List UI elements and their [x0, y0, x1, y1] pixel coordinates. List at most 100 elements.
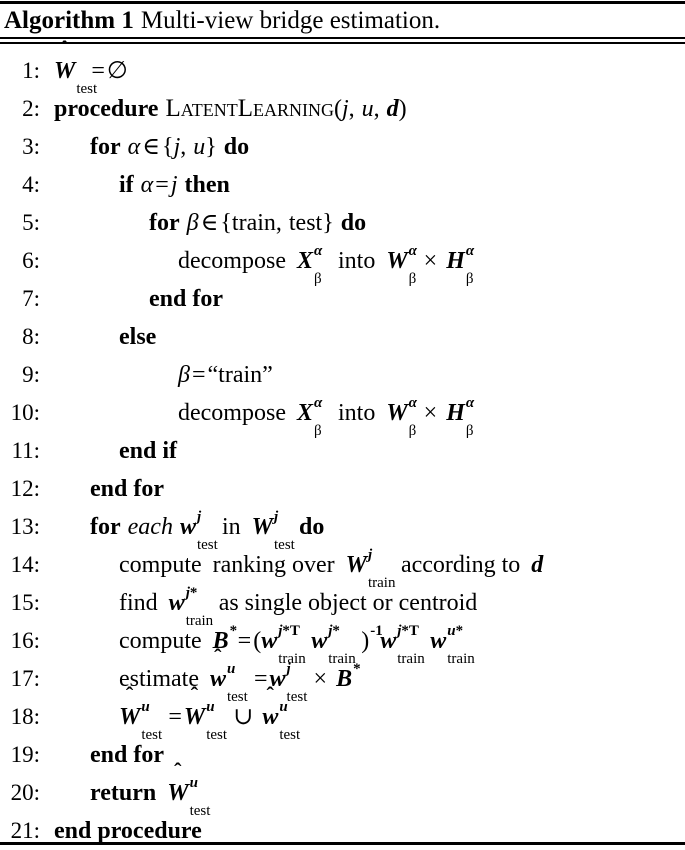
algorithm-line-14: 14: compute ranking over Wj train according … — [0, 546, 685, 591]
line-content: end if — [119, 438, 178, 464]
word-find: find — [119, 590, 158, 616]
W-hat: ˆW — [119, 684, 141, 736]
equals-sign: = — [237, 628, 252, 654]
algorithm-line-19: 19: end for — [0, 736, 685, 774]
algorithm-line-13: 13: for each w j test in Wj test do — [0, 508, 685, 553]
matrix-X: X — [296, 248, 313, 274]
line-number: 17: — [10, 666, 40, 691]
superscript-u: u — [279, 699, 288, 715]
hat-accent-icon: ˆ — [60, 36, 69, 61]
superscript-j: j — [286, 661, 291, 677]
word-compute: compute — [119, 628, 202, 654]
keyword-for: for — [149, 210, 180, 236]
algorithm-line-12: 12: end for — [0, 470, 685, 508]
matrix-H: H — [446, 248, 465, 274]
var-alpha: α — [127, 134, 141, 160]
set-member-test: test — [288, 210, 323, 236]
transpose-symbol: T — [408, 623, 419, 639]
algorithm-line-1: 1: ˆ Wtest =∅ — [0, 38, 685, 97]
algorithm-line-7: 7: end for — [0, 280, 685, 318]
matrix-W: W — [386, 248, 408, 274]
equals-sign: = — [155, 172, 169, 198]
param-j: j — [341, 96, 349, 122]
line-number: 14: — [10, 552, 40, 577]
line-content: for each w j test in Wj test do — [90, 508, 324, 553]
caption-rule-upper — [0, 37, 685, 39]
param-u: u — [361, 96, 374, 122]
superscript-alpha: α — [313, 243, 323, 259]
superscript-minus-one: -1 — [370, 623, 383, 639]
keyword-do: do — [340, 210, 367, 236]
superscript-u: u — [226, 661, 236, 677]
line-number: 10: — [10, 400, 40, 425]
bottom-rule — [0, 842, 685, 845]
algorithm-block: Algorithm 1 Multi-view bridge estimation.… — [0, 0, 685, 850]
comma: , — [373, 96, 380, 122]
word-in: in — [221, 514, 241, 540]
line-content: ˆ Wtest =∅ — [54, 38, 128, 97]
paren-close: ) — [361, 628, 370, 654]
word-each: each — [127, 514, 173, 540]
algorithm-line-5: 5: for β∈{train, test} do — [0, 204, 685, 242]
matrix-W: W — [119, 704, 141, 730]
keyword-then: then — [184, 172, 230, 198]
hat-accent-icon: ˆ — [266, 682, 274, 707]
line-content: end for — [90, 476, 164, 502]
line-number: 16: — [10, 628, 40, 653]
star-symbol: * — [455, 623, 464, 639]
line-content: ˆ Wu test = ˆ Wu test ∪ ˆ w u test — [119, 684, 304, 743]
algorithm-line-4: 4: if α=j then — [0, 166, 685, 204]
superscript-j-star: j* — [328, 624, 340, 639]
superscript-alpha: α — [408, 395, 417, 411]
algorithm-line-8: 8: else — [0, 318, 685, 356]
line-number: 8: — [22, 324, 40, 349]
star-symbol: * — [353, 661, 361, 677]
line-content: end for — [149, 286, 223, 312]
algorithm-line-15: 15: find w j* train as single object or cent… — [0, 584, 685, 629]
line-content: else — [119, 324, 157, 350]
superscript-j: j — [274, 509, 279, 525]
comma: , — [180, 134, 187, 160]
brace-open: { — [220, 210, 232, 236]
hat-accent-icon: ˆ — [214, 644, 222, 669]
superscript-u: u — [189, 775, 198, 791]
matrix-W: W — [345, 552, 367, 578]
phrase-ranking-over: ranking over — [212, 552, 335, 578]
line-content: decompose Xα β into Wα β × Hα β — [178, 394, 479, 439]
algorithm-line-10: 10: decompose Xα β into Wα β × Hα β — [0, 394, 685, 439]
star-symbol: * — [332, 623, 340, 639]
caption-rule-lower — [0, 42, 685, 44]
hat-accent-icon: ˆ — [125, 682, 134, 707]
line-number: 1: — [22, 58, 40, 83]
matrix-W: W — [251, 514, 273, 540]
w-hat: ˆw — [209, 646, 226, 698]
paren-open: ( — [333, 96, 342, 122]
keyword-for: for — [90, 134, 121, 160]
empty-set-symbol: ∅ — [106, 58, 128, 84]
times-sign: × — [423, 248, 438, 274]
superscript-u: u — [141, 699, 150, 715]
superscript-j-star-transpose: j*T — [397, 624, 419, 639]
superscript-j-star: j* — [186, 586, 198, 601]
line-content: compute ranking over Wj train according to d — [119, 546, 543, 591]
matrix-B: B — [336, 666, 353, 692]
var-alpha: α — [140, 172, 154, 198]
line-content: β=“train” — [178, 356, 273, 394]
line-number: 7: — [22, 286, 40, 311]
algorithm-line-11: 11: end if — [0, 432, 685, 470]
set-member-train: train — [231, 210, 276, 236]
keyword-procedure: procedure — [54, 96, 159, 122]
algorithm-caption: Algorithm 1 Multi-view bridge estimation. — [4, 5, 440, 36]
matrix-H: H — [446, 400, 465, 426]
line-content: compute B * =(w j*T train w j* train) -1 w j*T train… — [119, 622, 480, 667]
superscript-alpha: α — [408, 243, 417, 259]
line-content: procedure LatentLearning(j, u, d) — [54, 90, 407, 128]
vector-w: w — [209, 666, 226, 692]
star-symbol: * — [229, 623, 238, 639]
vector-w: w — [179, 514, 196, 540]
W-hat: ˆW — [167, 760, 188, 812]
matrix-W: W — [183, 704, 206, 730]
star-symbol: * — [401, 623, 409, 639]
element-of-symbol: ∈ — [142, 134, 161, 160]
hat-accent-icon: ˆ — [174, 758, 182, 783]
